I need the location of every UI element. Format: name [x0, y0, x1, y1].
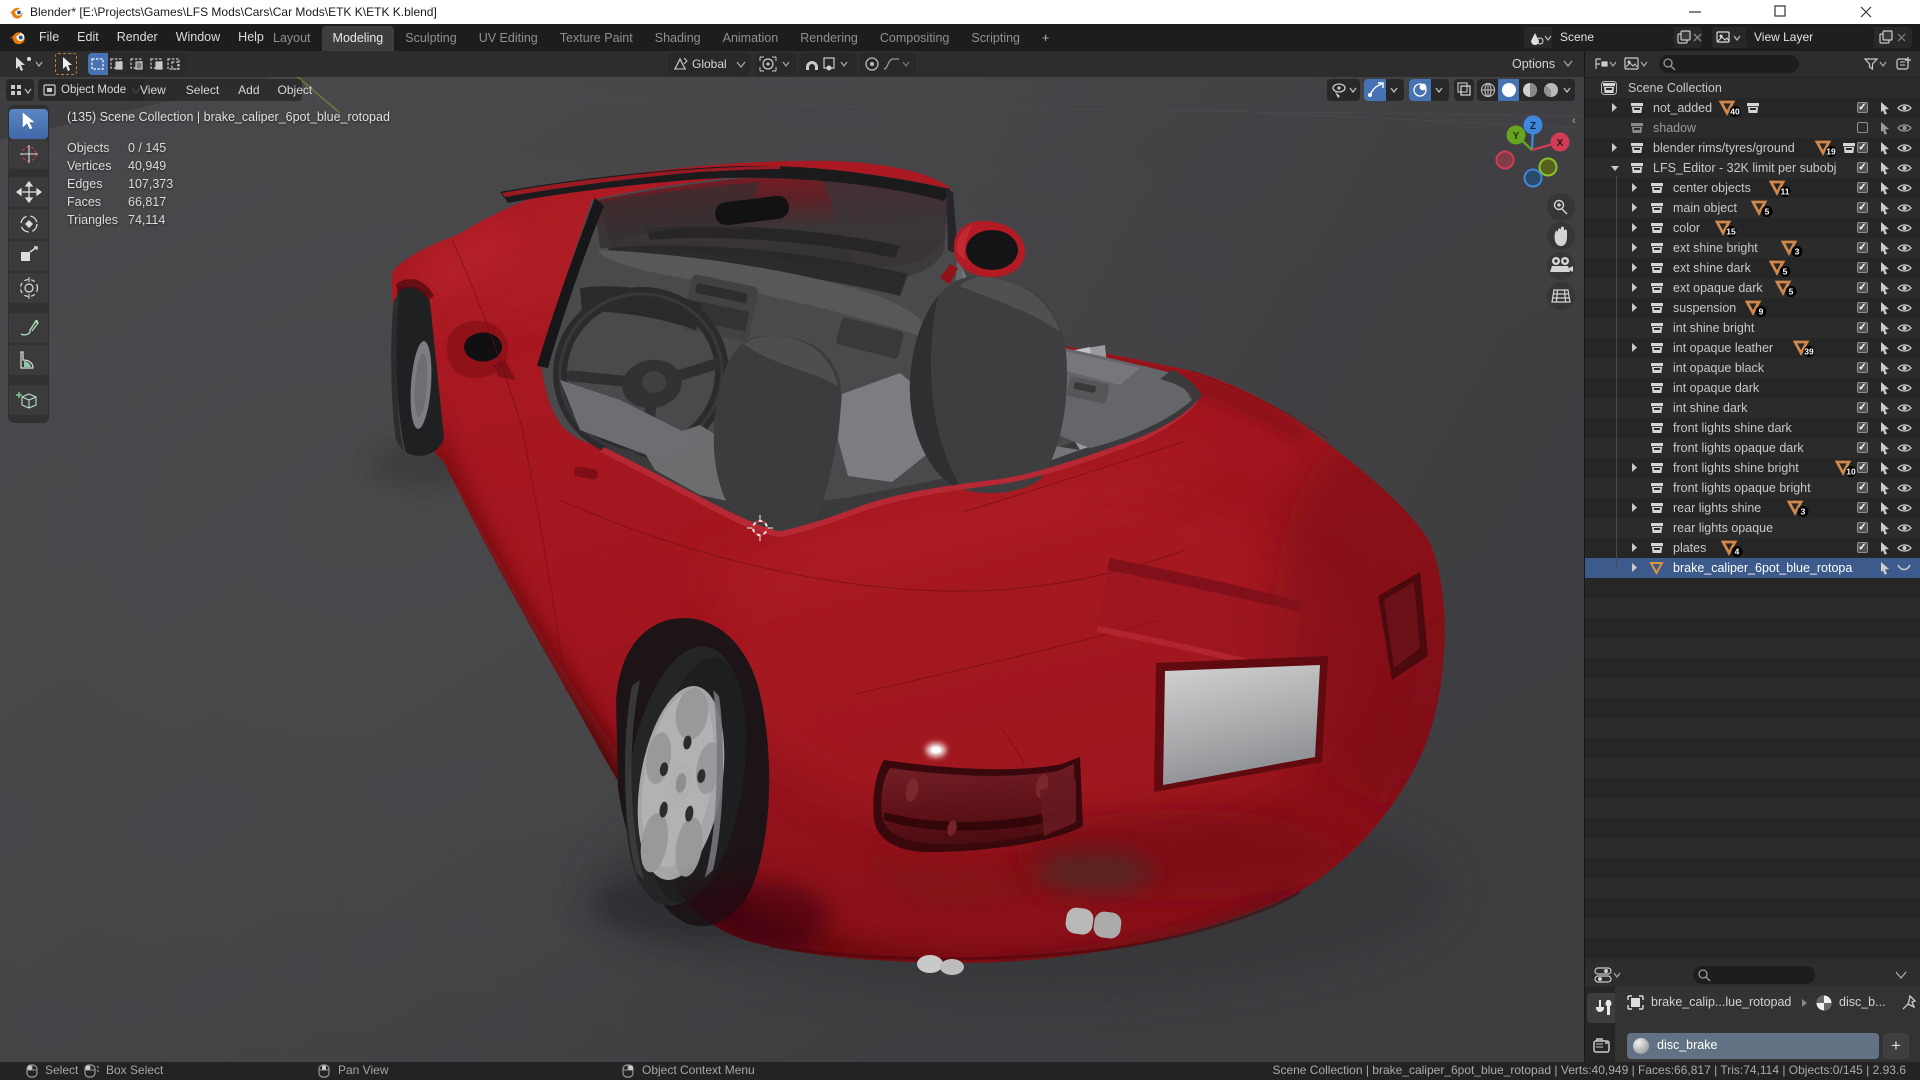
svg-text:3: 3	[1795, 247, 1800, 257]
svg-text:3: 3	[1801, 507, 1806, 517]
svg-text:19: 19	[1826, 147, 1836, 157]
svg-text:4: 4	[1735, 547, 1740, 557]
svg-text:Y: Y	[1513, 131, 1520, 142]
svg-text:15: 15	[1726, 227, 1736, 237]
svg-text:5: 5	[1783, 267, 1788, 277]
svg-text:Z: Z	[1530, 121, 1536, 132]
svg-text:39: 39	[1804, 347, 1814, 357]
svg-text:X: X	[1557, 138, 1564, 149]
svg-text:9: 9	[1759, 307, 1764, 317]
svg-text:5: 5	[1789, 287, 1794, 297]
svg-text:10: 10	[1846, 467, 1856, 477]
svg-text:5: 5	[1765, 207, 1770, 217]
svg-text:40: 40	[1730, 107, 1740, 117]
svg-text:11: 11	[1781, 187, 1790, 197]
